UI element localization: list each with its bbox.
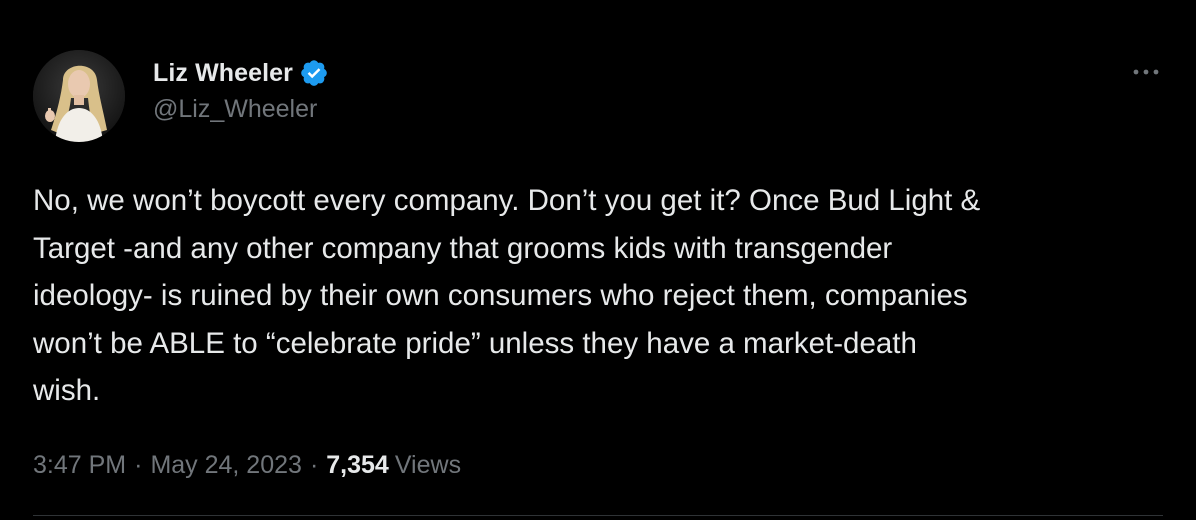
avatar[interactable] <box>33 50 125 142</box>
more-options-icon[interactable] <box>1128 60 1164 84</box>
meta-separator: · <box>309 450 319 479</box>
author-handle[interactable]: @Liz_Wheeler <box>153 95 317 124</box>
views-label[interactable]: Views <box>395 451 461 480</box>
views-count[interactable]: 7,354 <box>326 451 389 480</box>
avatar-photo-icon <box>33 50 125 142</box>
meta-separator: · <box>134 450 143 479</box>
tweet-time[interactable]: 3:47 PM <box>33 451 126 480</box>
tweet-text: No, we won’t boycott every company. Don’… <box>33 184 981 407</box>
author-display-name[interactable]: Liz Wheeler <box>153 59 293 88</box>
author-name-row: Liz Wheeler <box>153 56 329 90</box>
divider <box>33 515 1163 516</box>
tweet-meta: 3:47 PM · May 24, 2023 · 7,354 Views <box>33 448 461 482</box>
tweet-card: Liz Wheeler @Liz_Wheeler No, we won’t bo… <box>0 0 1196 520</box>
tweet-date[interactable]: May 24, 2023 <box>150 451 302 480</box>
verified-badge-icon[interactable] <box>299 58 329 88</box>
